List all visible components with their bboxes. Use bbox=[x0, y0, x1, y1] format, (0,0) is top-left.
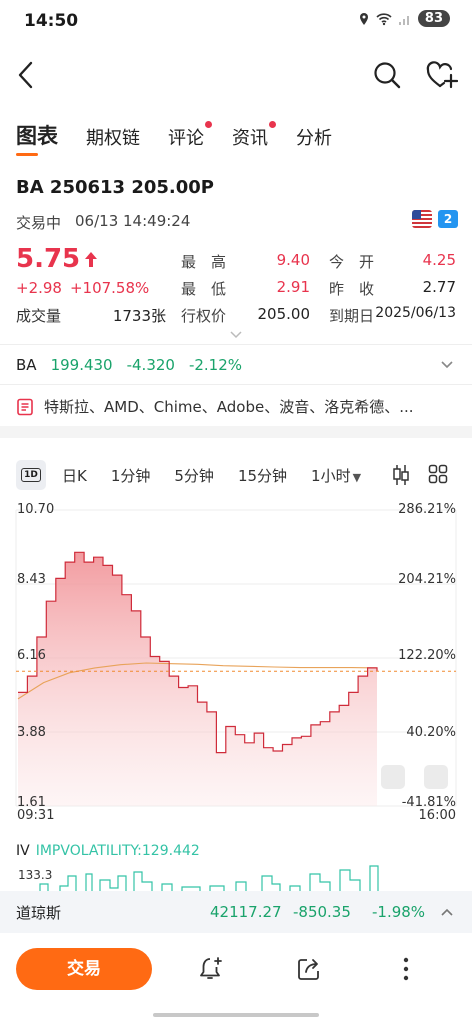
y-axis-label: 8.43 bbox=[17, 572, 46, 587]
arrow-up-icon bbox=[85, 252, 98, 267]
iv-label: IV bbox=[16, 843, 30, 859]
market-badges: 2 bbox=[412, 210, 458, 228]
y-axis-label: 6.16 bbox=[17, 648, 46, 663]
volume-value: 1733张 bbox=[112, 307, 166, 325]
tab-chart[interactable]: 图表 bbox=[16, 120, 58, 156]
chevron-up-icon[interactable] bbox=[440, 907, 454, 917]
price-change: +2.98 +107.58% bbox=[16, 279, 149, 297]
status-icons: 83 bbox=[358, 10, 450, 27]
tab-comments[interactable]: 评论 bbox=[168, 121, 212, 150]
fullscreen-icon[interactable] bbox=[381, 765, 405, 789]
index-ticker-bar[interactable]: 道琼斯 42117.27 -850.35 -1.98% bbox=[0, 891, 472, 933]
last-price: 5.75 bbox=[16, 244, 98, 274]
open-value: 4.25 bbox=[422, 251, 456, 269]
strike-label: 行权价 bbox=[181, 307, 227, 325]
wifi-icon bbox=[376, 12, 392, 25]
tab-1hour[interactable]: 1小时 ▼ bbox=[311, 465, 361, 486]
trade-status: 交易中 06/13 14:49:24 bbox=[16, 212, 190, 233]
tab-option-chain[interactable]: 期权链 bbox=[86, 124, 140, 150]
underlying-price: 199.430 bbox=[50, 356, 113, 374]
caret-down-icon: ▼ bbox=[352, 470, 362, 484]
notification-dot bbox=[269, 121, 276, 128]
high-label: 最 高 bbox=[181, 253, 227, 271]
back-arrow-icon[interactable] bbox=[12, 58, 42, 92]
add-watchlist-icon[interactable] bbox=[426, 60, 458, 90]
underlying-change-percent: -2.12% bbox=[188, 356, 243, 374]
chart-period-tabs: 1D 日K 1分钟 5分钟 15分钟 1小时 ▼ bbox=[16, 458, 456, 492]
strike-value: 205.00 bbox=[257, 305, 311, 323]
quote-timestamp: 06/13 14:49:24 bbox=[75, 212, 191, 230]
x-axis-start-label: 09:31 bbox=[17, 808, 55, 823]
main-tabs: 图表 期权链 评论 资讯 分析 bbox=[16, 120, 332, 156]
status-time: 14:50 bbox=[24, 11, 79, 31]
tab-daily-k[interactable]: 日K bbox=[62, 465, 87, 486]
notification-dot bbox=[205, 121, 212, 128]
iv-indicator: IV IMPVOLATILITY:129.442 bbox=[16, 843, 200, 859]
contract-symbol: BA 250613 205.00P bbox=[16, 177, 214, 198]
section-separator bbox=[0, 426, 472, 438]
indicators-grid-icon[interactable] bbox=[428, 464, 448, 484]
trade-button[interactable]: 交易 bbox=[16, 948, 152, 990]
prev-close-label: 昨 收 bbox=[329, 280, 375, 298]
index-price: 42117.27 bbox=[210, 903, 282, 921]
tab-1d[interactable]: 1D bbox=[16, 460, 46, 490]
underlying-symbol: BA bbox=[16, 356, 37, 374]
price-alert-bell-icon[interactable] bbox=[198, 956, 224, 982]
underlying-change: -4.320 bbox=[126, 356, 175, 374]
home-indicator bbox=[153, 1013, 319, 1017]
related-stocks-text: 特斯拉、AMD、Chime、Adobe、波音、洛克希德、... bbox=[44, 398, 414, 416]
chevron-down-icon[interactable] bbox=[440, 360, 454, 370]
low-value: 2.91 bbox=[276, 278, 310, 296]
y-axis-label: 3.88 bbox=[17, 725, 46, 740]
y-axis-label: 10.70 bbox=[17, 502, 55, 517]
iv-value: IMPVOLATILITY:129.442 bbox=[35, 843, 200, 859]
open-label: 今 开 bbox=[329, 253, 375, 271]
high-value: 9.40 bbox=[276, 251, 310, 269]
iv-chart bbox=[39, 865, 379, 891]
divider bbox=[0, 344, 472, 345]
tab-15min[interactable]: 15分钟 bbox=[238, 465, 287, 486]
tab-5min[interactable]: 5分钟 bbox=[174, 465, 214, 486]
change-percent: +107.58% bbox=[69, 279, 150, 297]
expiry-value: 2025/06/13 bbox=[375, 305, 456, 321]
top-nav bbox=[0, 56, 472, 96]
battery-icon: 83 bbox=[417, 10, 450, 27]
candlestick-icon[interactable] bbox=[392, 463, 410, 487]
share-icon[interactable] bbox=[296, 956, 322, 982]
volume-row: 成交量 1733张 bbox=[16, 305, 166, 326]
tab-news[interactable]: 资讯 bbox=[232, 121, 276, 150]
search-icon[interactable] bbox=[372, 60, 402, 90]
us-flag-icon bbox=[412, 210, 432, 228]
market-status: 交易中 bbox=[16, 214, 62, 232]
location-icon bbox=[359, 12, 368, 25]
low-label: 最 低 bbox=[181, 280, 227, 298]
index-change-percent: -1.98% bbox=[372, 903, 426, 921]
price-area bbox=[18, 552, 377, 806]
y-axis-percent-label: 286.21% bbox=[398, 502, 456, 517]
tab-1min[interactable]: 1分钟 bbox=[111, 465, 151, 486]
y-axis-percent-label: 40.20% bbox=[406, 725, 456, 740]
expand-chevron-icon[interactable] bbox=[229, 330, 243, 340]
reset-zoom-icon[interactable] bbox=[424, 765, 448, 789]
related-list-icon bbox=[17, 398, 33, 415]
lightning-badge-icon: 2 bbox=[438, 210, 458, 228]
related-stocks[interactable]: 特斯拉、AMD、Chime、Adobe、波音、洛克希德、... bbox=[16, 396, 414, 417]
divider bbox=[0, 384, 472, 385]
status-bar: 14:50 83 bbox=[0, 0, 472, 44]
index-name: 道琼斯 bbox=[16, 903, 62, 922]
y-axis-percent-label: 122.20% bbox=[398, 648, 456, 663]
x-axis-end-label: 16:00 bbox=[418, 808, 456, 823]
index-change: -850.35 bbox=[293, 903, 351, 921]
more-options-icon[interactable] bbox=[396, 956, 416, 982]
tab-analysis[interactable]: 分析 bbox=[296, 124, 332, 150]
change-value: +2.98 bbox=[16, 279, 62, 297]
underlying-row[interactable]: BA 199.430 -4.320 -2.12% bbox=[16, 356, 242, 374]
prev-close-value: 2.77 bbox=[422, 278, 456, 296]
signal-icon bbox=[398, 15, 409, 25]
y-axis-percent-label: 204.21% bbox=[398, 572, 456, 587]
expiry-label: 到期日 bbox=[329, 307, 375, 325]
volume-label: 成交量 bbox=[16, 307, 62, 325]
